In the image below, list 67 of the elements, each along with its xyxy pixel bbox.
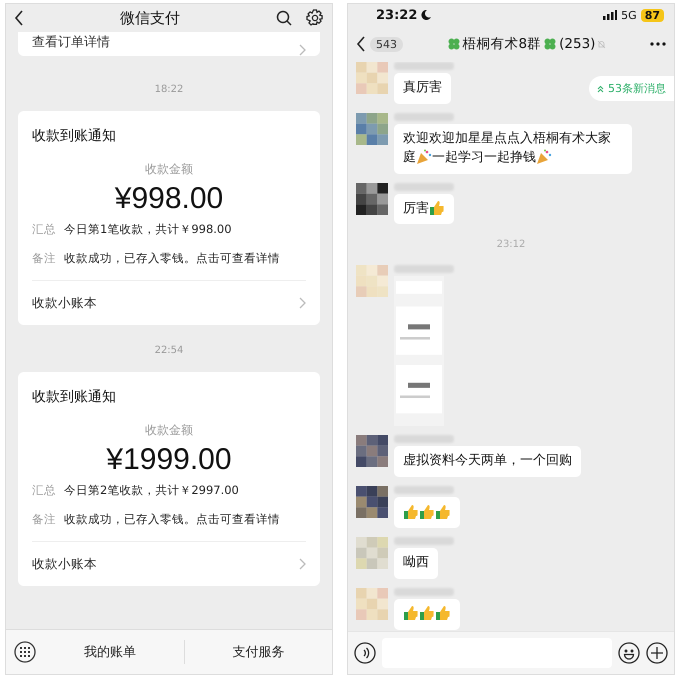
party-popper-icon: [536, 149, 552, 166]
back-icon[interactable]: [356, 36, 366, 52]
timestamp: 23:12: [496, 238, 526, 252]
amount-label: 收款金额: [144, 422, 194, 439]
row-value: 今日第2笔收款，共计￥2997.00: [64, 483, 239, 498]
amount: ¥998.00: [114, 182, 224, 216]
row-label: 备注: [32, 512, 56, 527]
timestamp: 18:22: [154, 83, 184, 97]
thumbs-up-icon: [403, 605, 419, 622]
thumbs-up-icon: [435, 605, 451, 622]
thumbs-up-icon: [403, 504, 419, 520]
clover-icon: [446, 37, 461, 51]
voice-icon[interactable]: [354, 642, 376, 664]
window-title: 微信支付: [119, 8, 181, 28]
keyboard-icon[interactable]: [14, 641, 36, 663]
ledger-link[interactable]: 收款小账本: [32, 556, 97, 572]
notice-title: 收款到账通知: [32, 388, 117, 406]
message-bubble[interactable]: 真厉害: [394, 73, 451, 104]
timestamp: 22:54: [154, 344, 184, 358]
avatar[interactable]: [356, 182, 388, 215]
battery-level: 87: [640, 8, 664, 22]
emoji-icon[interactable]: [618, 642, 640, 664]
unread-badge: 543: [370, 36, 403, 52]
add-icon[interactable]: [646, 642, 668, 664]
network-type: 5G: [621, 8, 637, 22]
row-value: 今日第1笔收款，共计￥998.00: [64, 222, 232, 237]
row-label: 汇总: [32, 222, 56, 237]
thumbs-up-icon: [435, 504, 451, 520]
thumbs-up-icon: [429, 200, 445, 216]
double-up-icon: [597, 84, 604, 92]
avatar[interactable]: [356, 435, 388, 468]
more-icon[interactable]: [650, 42, 666, 46]
clover-icon: [543, 37, 558, 51]
thumbs-up-icon: [419, 504, 435, 520]
chat-title: 梧桐有术8群: [462, 35, 542, 53]
row-value: 收款成功，已存入零钱。点击可查看详情: [64, 512, 280, 527]
chevron-icon: [299, 44, 306, 56]
notice-title: 收款到账通知: [32, 127, 117, 145]
moon-icon: [421, 10, 432, 20]
menu-tab[interactable]: 支付服务: [184, 635, 332, 669]
party-popper-icon: [416, 149, 432, 166]
menu-tab[interactable]: 我的账单: [36, 635, 184, 669]
thumbs-up-icon: [419, 605, 435, 622]
row-value: 收款成功，已存入零钱。点击可查看详情: [64, 251, 280, 266]
row-label: 备注: [32, 251, 56, 266]
chevron-icon: [299, 297, 306, 309]
message-bubble[interactable]: 虚拟资料今天两单，一个回购: [394, 446, 581, 478]
notice-card[interactable]: 收款到账通知 收款金额 ¥998.00 汇总 今日第1笔收款，共计￥998.00 备注 收款成功，已存入零钱。点击可查看详情 收款小账本: [18, 111, 320, 325]
message-bubble[interactable]: 欢迎欢迎加星星点点入梧桐有术大家庭 一起学习一起挣钱: [394, 124, 632, 174]
mute-icon: [597, 40, 606, 48]
amount: ¥1999.00: [105, 443, 233, 477]
chevron-icon: [299, 558, 306, 570]
notice-card[interactable]: 收款到账通知 收款金额 ¥1999.00 汇总 今日第2笔收款，共计￥2997.00 备注 收款成功，已存入零钱。点击可查看详情 收款小账本: [18, 372, 320, 586]
search-icon[interactable]: [276, 10, 292, 26]
ledger-link[interactable]: 收款小账本: [32, 294, 97, 312]
amount-label: 收款金额: [144, 161, 194, 178]
message-bubble[interactable]: 呦西: [394, 548, 438, 579]
row-label: 汇总: [32, 483, 56, 498]
clock: 23:22: [376, 8, 418, 22]
signal-icon: [603, 10, 618, 20]
member-count: (253): [559, 36, 596, 52]
avatar[interactable]: [356, 486, 388, 518]
message-bubble[interactable]: [394, 497, 460, 528]
back-icon[interactable]: [14, 10, 24, 26]
message-bubble[interactable]: [394, 598, 460, 630]
settings-icon[interactable]: [306, 9, 324, 27]
message-bubble[interactable]: 厉害: [394, 194, 454, 224]
